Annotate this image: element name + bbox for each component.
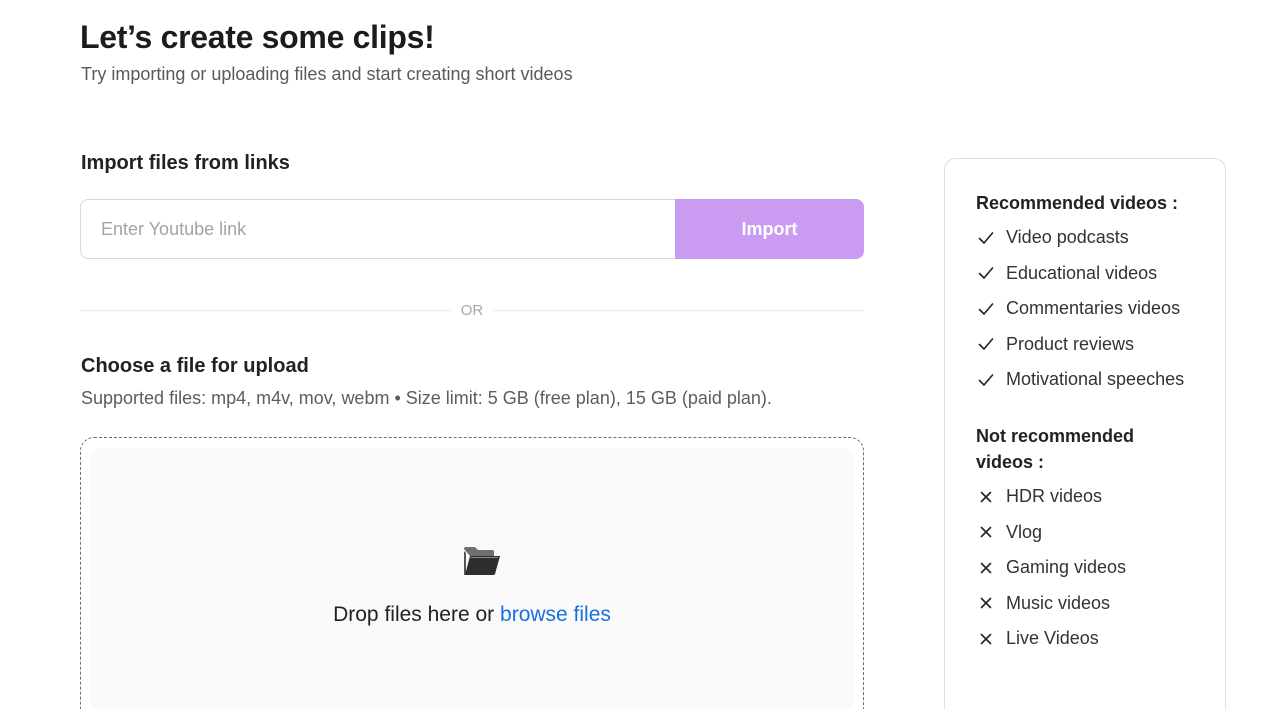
file-dropzone[interactable]: Drop files here or browse files — [80, 437, 864, 709]
check-icon — [978, 231, 994, 244]
list-item: Product reviews — [976, 327, 1184, 363]
list-item: Live Videos — [976, 621, 1126, 657]
not-recommended-heading: Not recommended videos : — [976, 426, 1135, 472]
x-icon — [980, 526, 992, 538]
or-divider: OR — [80, 300, 864, 320]
not-recommended-item-label: Music videos — [1006, 592, 1111, 613]
drop-instructions: Drop files here or browse files — [91, 603, 853, 627]
check-icon — [978, 373, 994, 386]
check-icon — [978, 302, 994, 315]
not-recommended-list: HDR videos Vlog Gaming videos Music vide… — [976, 479, 1126, 657]
list-item: Music videos — [976, 586, 1126, 622]
check-icon — [978, 338, 994, 351]
page-subtitle: Try importing or uploading files and sta… — [81, 64, 573, 84]
youtube-link-input[interactable] — [80, 199, 675, 259]
not-recommended-item-label: Live Videos — [1006, 628, 1099, 649]
drop-text: Drop files here or — [333, 603, 495, 626]
list-item: Vlog — [976, 515, 1126, 551]
x-icon — [980, 491, 992, 503]
dropzone-inner[interactable]: Drop files here or browse files — [91, 448, 853, 709]
recommended-item-label: Commentaries videos — [1006, 298, 1181, 319]
list-item: Video podcasts — [976, 220, 1184, 256]
supported-files-text: Supported files: mp4, m4v, mov, webm • S… — [81, 388, 772, 408]
page-title: Let’s create some clips! — [80, 19, 435, 55]
recommended-item-label: Motivational speeches — [1006, 369, 1185, 390]
divider-line-right — [493, 309, 864, 311]
list-item: Commentaries videos — [976, 291, 1184, 327]
recommended-item-label: Educational videos — [1006, 262, 1158, 283]
check-icon — [978, 267, 994, 280]
list-item: HDR videos — [976, 479, 1126, 515]
upload-heading: Choose a file for upload — [81, 355, 309, 377]
x-icon — [980, 633, 992, 645]
page: Let’s create some clips! Try importing o… — [0, 0, 1280, 709]
recommended-item-label: Video podcasts — [1006, 227, 1129, 248]
open-folder-icon — [464, 547, 500, 575]
list-item: Educational videos — [976, 256, 1184, 292]
not-recommended-item-label: Vlog — [1006, 521, 1043, 542]
recommended-item-label: Product reviews — [1006, 333, 1135, 354]
import-form: Import — [80, 199, 864, 259]
recommended-heading: Recommended videos : — [976, 193, 1179, 213]
not-recommended-item-label: HDR videos — [1006, 486, 1103, 507]
not-recommended-item-label: Gaming videos — [1006, 557, 1127, 578]
or-label: OR — [460, 301, 484, 319]
list-item: Gaming videos — [976, 550, 1126, 586]
x-icon — [980, 562, 992, 574]
divider-line-left — [80, 309, 451, 311]
x-icon — [980, 597, 992, 609]
list-item: Motivational speeches — [976, 362, 1184, 398]
recommended-list: Video podcasts Educational videos Commen… — [976, 220, 1184, 398]
import-button[interactable]: Import — [675, 199, 864, 259]
browse-files-link[interactable]: browse files — [500, 603, 611, 626]
recommendations-card: Recommended videos : Video podcasts Educ… — [944, 158, 1226, 709]
import-heading: Import files from links — [81, 152, 290, 174]
